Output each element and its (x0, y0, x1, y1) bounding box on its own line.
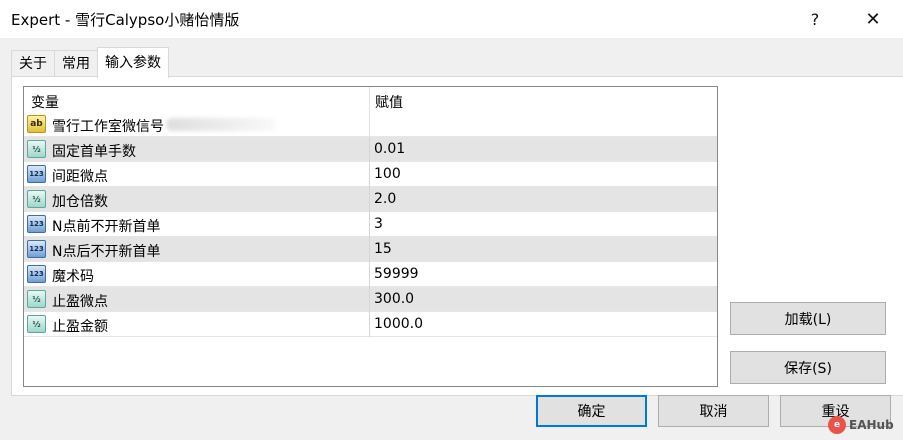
param-name: 止盈微点 (52, 294, 108, 310)
eahub-logo-icon: e (828, 416, 846, 434)
tab-common[interactable]: 常用 (54, 50, 98, 77)
param-name: 雪行工作室微信号 (52, 119, 164, 135)
table-row[interactable]: ½ 止盈金额 1000.0 (24, 312, 717, 337)
help-button[interactable]: ? (792, 0, 838, 38)
param-value[interactable]: 300.0 (374, 291, 414, 307)
integer-icon: 123 (27, 265, 46, 283)
param-name: N点前不开新首单 (52, 219, 161, 235)
table-row[interactable]: ½ 止盈微点 300.0 (24, 287, 717, 312)
double-icon: ½ (27, 140, 46, 158)
cell-divider (369, 237, 370, 262)
tab-about[interactable]: 关于 (11, 50, 55, 77)
cell-divider (369, 187, 370, 212)
watermark: e EAHub (828, 415, 898, 435)
tab-panel: 变量 赋值 ab 雪行工作室微信号 ½ 固定首单手数 0.01 123 间距微点… (11, 76, 903, 396)
load-button[interactable]: 加载(L) (730, 302, 886, 335)
double-icon: ½ (27, 315, 46, 333)
window-title: Expert - 雪行Calypso小赌怡情版 (11, 11, 240, 29)
cell-divider (369, 212, 370, 237)
close-button[interactable]: ✕ (850, 0, 896, 38)
cell-divider (369, 162, 370, 187)
tab-inputs[interactable]: 输入参数 (97, 47, 169, 78)
grid-rows: ½ 固定首单手数 0.01 123 间距微点 100 ½ 加仓倍数 2.0 12… (24, 137, 717, 337)
blurred-text (166, 118, 276, 131)
param-name: 间距微点 (52, 169, 108, 185)
param-value[interactable]: 15 (374, 241, 392, 257)
table-row[interactable]: 123 N点前不开新首单 3 (24, 212, 717, 237)
param-name: N点后不开新首单 (52, 244, 161, 260)
grid-header: 变量 赋值 (24, 87, 717, 112)
parameter-grid[interactable]: 变量 赋值 ab 雪行工作室微信号 ½ 固定首单手数 0.01 123 间距微点… (23, 86, 718, 387)
cell-divider (369, 137, 370, 162)
param-value[interactable]: 3 (374, 216, 383, 232)
param-name: 魔术码 (52, 269, 94, 285)
cell-divider (369, 262, 370, 287)
ok-button[interactable]: 确定 (536, 395, 647, 427)
table-row[interactable]: ab 雪行工作室微信号 (24, 112, 717, 137)
watermark-text: EAHub (849, 418, 894, 432)
param-value[interactable]: 0.01 (374, 141, 405, 157)
param-value[interactable]: 100 (374, 166, 401, 182)
double-icon: ½ (27, 190, 46, 208)
integer-icon: 123 (27, 215, 46, 233)
table-row[interactable]: ½ 固定首单手数 0.01 (24, 137, 717, 162)
cell-divider (369, 287, 370, 312)
table-row[interactable]: 123 间距微点 100 (24, 162, 717, 187)
cell-divider (369, 312, 370, 337)
param-value[interactable]: 1000.0 (374, 316, 423, 332)
column-header-value[interactable]: 赋值 (375, 92, 403, 112)
save-button[interactable]: 保存(S) (730, 351, 886, 384)
param-name: 加仓倍数 (52, 194, 108, 210)
table-row[interactable]: 123 魔术码 59999 (24, 262, 717, 287)
param-value[interactable]: 59999 (374, 266, 419, 282)
title-bar: Expert - 雪行Calypso小赌怡情版 ? ✕ (0, 0, 903, 38)
integer-icon: 123 (27, 165, 46, 183)
column-header-variable[interactable]: 变量 (31, 92, 59, 112)
param-value[interactable]: 2.0 (374, 191, 396, 207)
double-icon: ½ (27, 290, 46, 308)
table-row[interactable]: 123 N点后不开新首单 15 (24, 237, 717, 262)
param-name: 固定首单手数 (52, 144, 136, 160)
integer-icon: 123 (27, 240, 46, 258)
string-icon: ab (27, 115, 46, 133)
table-row[interactable]: ½ 加仓倍数 2.0 (24, 187, 717, 212)
cancel-button[interactable]: 取消 (658, 395, 769, 427)
param-name: 止盈金额 (52, 319, 108, 335)
dialog-client: 关于 常用 输入参数 变量 赋值 ab 雪行工作室微信号 ½ 固定首单手数 0.… (0, 38, 903, 440)
tab-strip: 关于 常用 输入参数 (11, 47, 169, 78)
